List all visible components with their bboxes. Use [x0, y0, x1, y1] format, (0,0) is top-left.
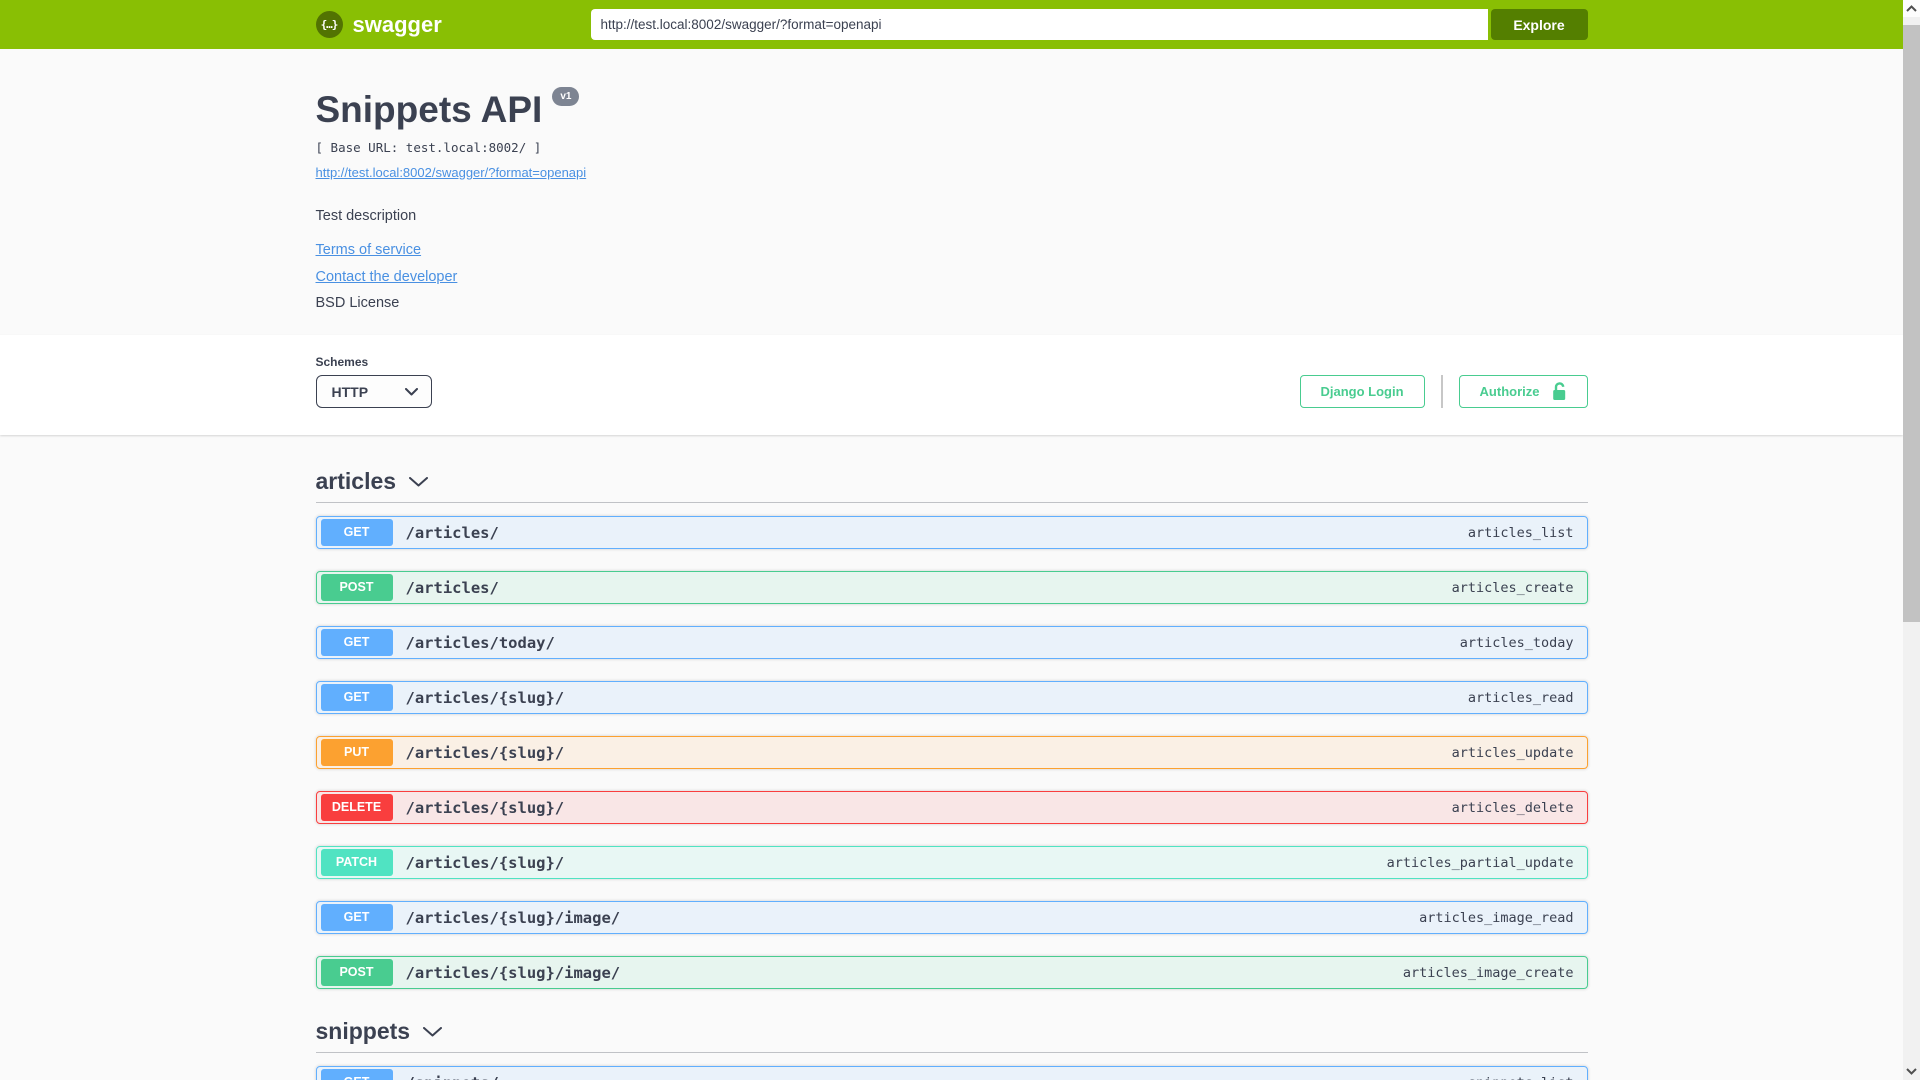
scrollbar-down-button[interactable] — [1903, 1063, 1920, 1080]
contact-developer-link[interactable]: Contact the developer — [316, 269, 458, 285]
spec-link[interactable]: http://test.local:8002/swagger/?format=o… — [316, 165, 587, 180]
section-title: snippets — [315, 1018, 411, 1044]
spec-url-input[interactable] — [590, 9, 1488, 40]
unlocked-padlock-icon — [1552, 382, 1565, 400]
swagger-logo: {…} swagger — [315, 11, 442, 38]
opblock-articles_today[interactable]: GET/articles/today/articles_today — [315, 626, 1588, 659]
method-badge: GET — [320, 519, 393, 546]
base-url: [ Base URL: test.local:8002/ ] — [315, 140, 542, 155]
django-login-label: Django Login — [1320, 384, 1404, 399]
opblock-articles_delete[interactable]: DELETE/articles/{slug}/ articles_delete — [315, 791, 1588, 824]
chevron-up-icon — [1906, 5, 1917, 12]
method-badge: GET — [320, 629, 393, 656]
authorize-button[interactable]: Authorize — [1458, 375, 1588, 408]
method-badge: GET — [320, 1069, 393, 1080]
chevron-down-icon — [1906, 1068, 1917, 1075]
opblock-articles_partial_update[interactable]: PATCH/articles/{slug}/ articles_partial_u… — [315, 846, 1588, 879]
operation-id: articles_image_read — [1419, 909, 1574, 926]
scheme-container: Schemes HTTP Django Login Authorize — [0, 335, 1903, 435]
operation-id: articles_list — [1467, 524, 1574, 541]
opblock-articles_list[interactable]: GET/articles/articles_list — [315, 516, 1588, 549]
schemes-group: Schemes HTTP — [315, 355, 432, 408]
method-badge: GET — [320, 904, 393, 931]
method-badge: POST — [320, 574, 393, 601]
license-text: BSD License — [315, 295, 400, 311]
download-url-wrapper: Explore — [590, 9, 1588, 40]
chevron-down-icon — [409, 476, 429, 486]
op-path: /articles/{slug}/image/ — [405, 963, 621, 982]
op-path: /articles/{slug}/ — [405, 743, 565, 762]
operation-id: articles_today — [1459, 634, 1574, 651]
opblock-articles_update[interactable]: PUT/articles/{slug}/ articles_update — [315, 736, 1588, 769]
api-title: Snippets API v1 — [315, 87, 580, 131]
operation-id: articles_create — [1451, 579, 1574, 596]
auth-divider — [1440, 375, 1443, 408]
op-path: /articles/{slug}/ — [405, 688, 565, 707]
scrollbar-thumb[interactable] — [1903, 25, 1920, 622]
op-path: /snippets/ — [406, 1074, 499, 1080]
method-badge: POST — [320, 959, 393, 986]
opblock-articles_image_create[interactable]: POST/articles/{slug}/image/articles_imag… — [315, 956, 1588, 989]
terms-of-service-link[interactable]: Terms of service — [316, 242, 422, 258]
operation-id: articles_read — [1467, 689, 1574, 706]
auth-wrapper: Django Login Authorize — [1299, 375, 1588, 408]
op-section-snippets: snippets GET/snippets/snippets_list — [315, 1018, 1588, 1080]
api-description: Test description — [315, 208, 417, 224]
opblock-snippets_list[interactable]: GET/snippets/snippets_list — [315, 1066, 1588, 1080]
method-badge: PUT — [320, 739, 393, 766]
authorize-label: Authorize — [1479, 384, 1540, 399]
method-badge: PATCH — [320, 849, 393, 876]
swagger-ui-page: {…} swagger Explore Snippets API v1 [ Ba… — [0, 0, 1903, 1080]
operation-id: articles_update — [1451, 744, 1574, 761]
vertical-scrollbar[interactable] — [1903, 0, 1920, 1080]
op-path: /articles/ — [405, 578, 499, 597]
version-badge: v1 — [552, 87, 580, 106]
op-path: /articles/{slug}/image/ — [405, 908, 621, 927]
chevron-down-icon — [423, 1026, 443, 1036]
information-container: Snippets API v1 [ Base URL: test.local:8… — [0, 49, 1903, 335]
opblock-articles_create[interactable]: POST/articles/articles_create — [315, 571, 1588, 604]
opblock-articles_read[interactable]: GET/articles/{slug}/ articles_read — [315, 681, 1588, 714]
explore-button[interactable]: Explore — [1490, 9, 1588, 40]
op-path: /articles/{slug}/ — [405, 798, 565, 817]
op-path: /articles/today/ — [405, 633, 555, 652]
operations-container: articles GET/articles/articles_list POST /… — [315, 435, 1588, 1080]
chevron-down-icon — [404, 387, 418, 395]
op-path: /articles/ — [405, 523, 499, 542]
django-login-button[interactable]: Django Login — [1299, 375, 1425, 408]
section-header-articles[interactable]: articles — [315, 468, 1588, 503]
schemes-label: Schemes — [315, 355, 369, 369]
api-title-text: Snippets API — [315, 89, 543, 130]
operation-id: articles_partial_update — [1386, 854, 1574, 871]
scrollbar-up-button[interactable] — [1903, 0, 1920, 17]
operation-id: articles_image_create — [1402, 964, 1574, 981]
scheme-select[interactable]: HTTP — [315, 375, 432, 408]
method-badge: GET — [320, 684, 393, 711]
brand-name: swagger — [352, 11, 442, 37]
operation-id: articles_delete — [1451, 799, 1574, 816]
scheme-selected-value: HTTP — [331, 383, 369, 400]
section-header-snippets[interactable]: snippets — [315, 1018, 1588, 1053]
section-title: articles — [315, 468, 397, 494]
operation-id: snippets_list — [1468, 1075, 1574, 1080]
swagger-braces-icon: {…} — [315, 11, 343, 38]
op-section-articles: articles GET/articles/articles_list POST /… — [315, 468, 1588, 989]
opblock-articles_image_read[interactable]: GET/articles/{slug}/image/articles_image… — [315, 901, 1588, 934]
op-path: /articles/{slug}/ — [405, 853, 565, 872]
topbar: {…} swagger Explore — [0, 0, 1903, 49]
method-badge: DELETE — [320, 794, 393, 821]
